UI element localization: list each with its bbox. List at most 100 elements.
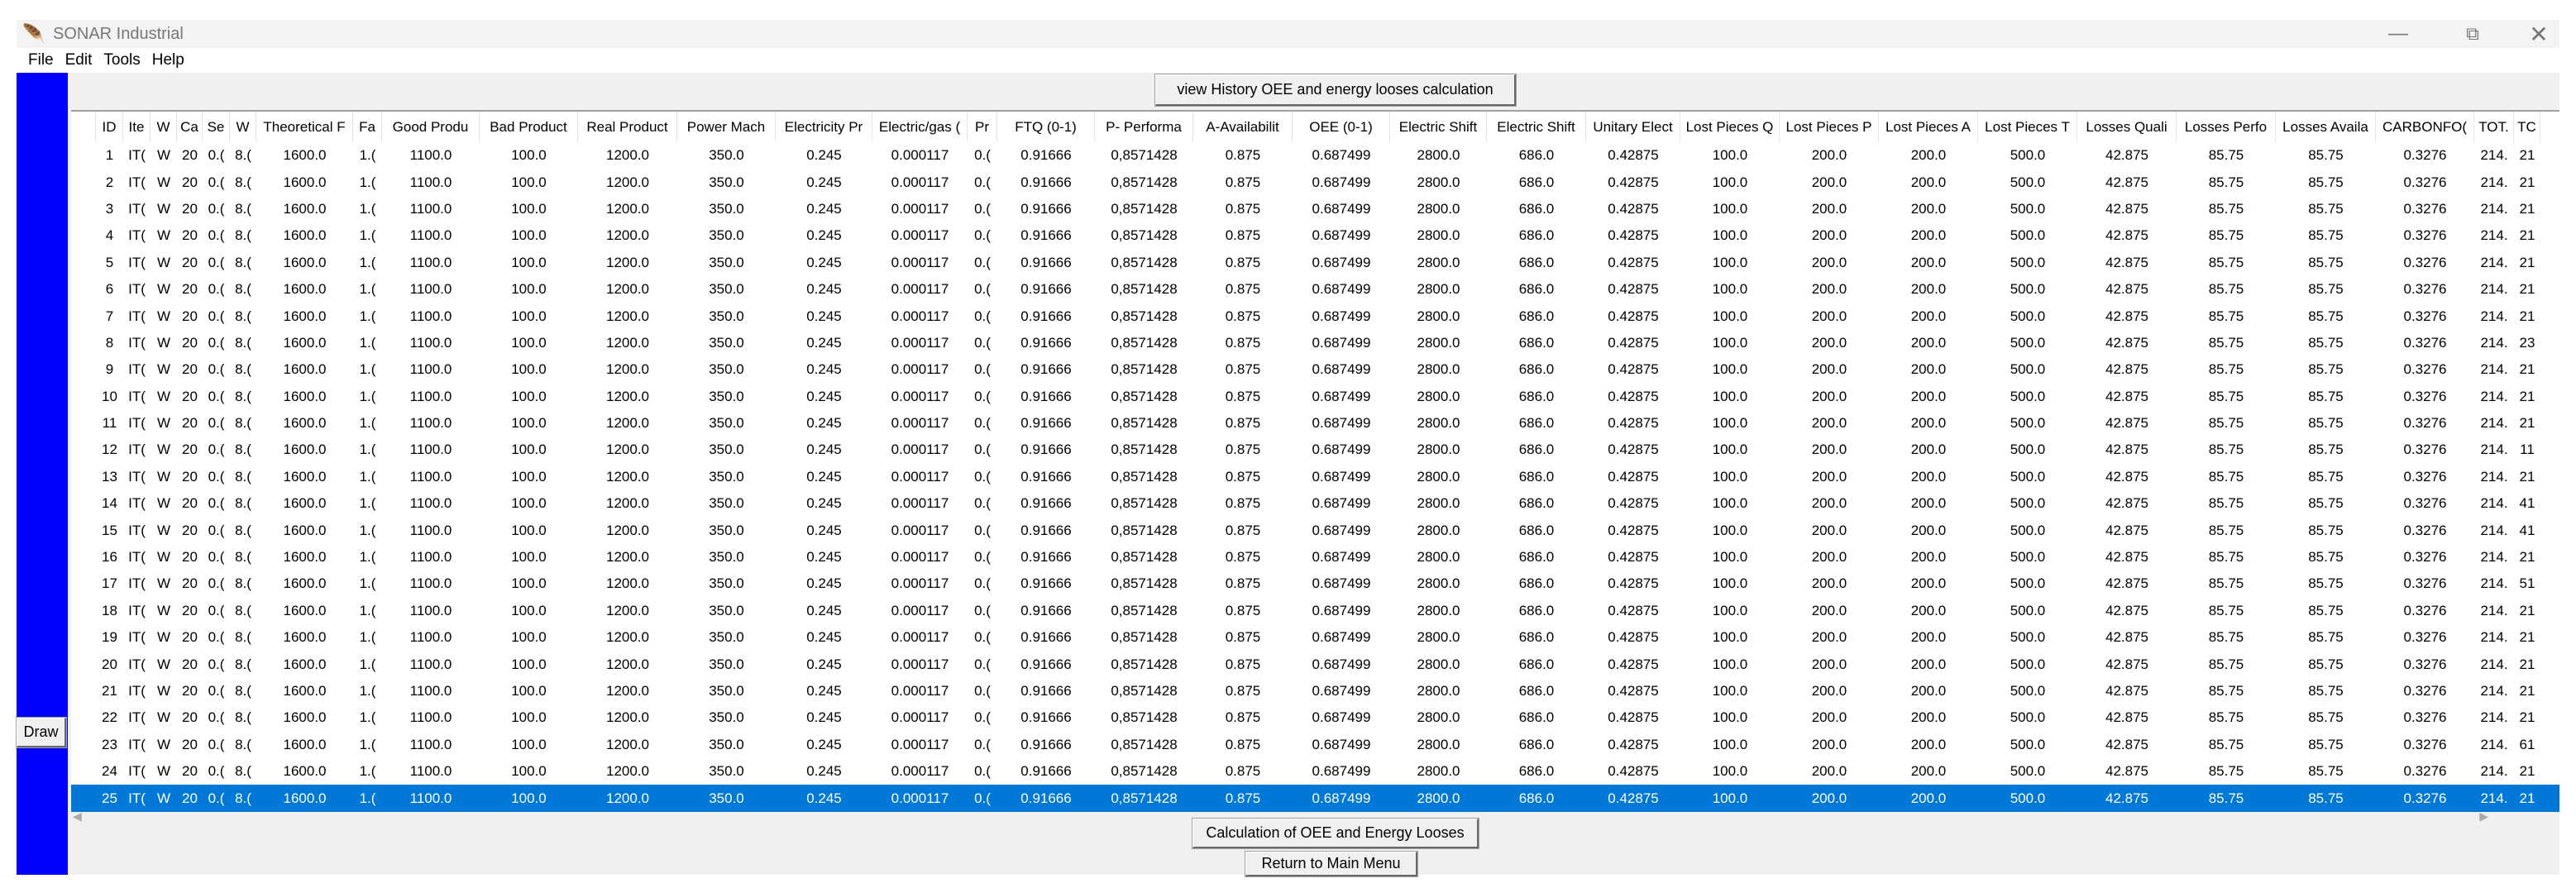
table-row[interactable]: 6 IT(W 20 0.(8.(1600.0 1.(1100.0 100.0 1200.0 3…: [71, 276, 2559, 303]
table-cell: 200.0: [1811, 468, 1847, 485]
close-icon[interactable]: ✕: [2502, 20, 2576, 48]
column-header[interactable]: OEE (0-1): [1293, 111, 1390, 142]
table-cell: 21: [2519, 790, 2535, 806]
minimize-icon[interactable]: —: [2361, 20, 2435, 48]
table-row[interactable]: 3 IT(W 20 0.(8.(1600.0 1.(1100.0 100.0 1200.0 3…: [71, 196, 2559, 222]
table-cell: 200.0: [1811, 602, 1847, 618]
return-main-menu-button[interactable]: Return to Main Menu: [1245, 851, 1418, 877]
column-header[interactable]: Theoretical F: [256, 111, 353, 142]
column-header[interactable]: Fa: [353, 111, 382, 142]
table-cell: 214.: [2480, 683, 2508, 699]
table-row[interactable]: 11 IT(W 20 0.(8.(1600.0 1.(1100.0 100.0 1200.0…: [71, 410, 2559, 437]
table-row[interactable]: 12 IT(W 20 0.(8.(1600.0 1.(1100.0 100.0 1200.0…: [71, 437, 2559, 463]
view-history-button[interactable]: view History OEE and energy looses calcu…: [1154, 74, 1517, 107]
table-cell: 1200.0: [606, 174, 649, 190]
table-cell: 100.0: [511, 227, 547, 244]
table-row[interactable]: 20 IT(W 20 0.(8.(1600.0 1.(1100.0 100.0 1200.0…: [71, 651, 2559, 677]
table-row[interactable]: 8 IT(W 20 0.(8.(1600.0 1.(1100.0 100.0 1200.0 3…: [71, 330, 2559, 356]
table-cell: 214.: [2480, 790, 2508, 806]
table-row[interactable]: 16 IT(W 20 0.(8.(1600.0 1.(1100.0 100.0 1200.0…: [71, 544, 2559, 571]
menu-file[interactable]: File: [28, 51, 54, 69]
table-row[interactable]: 4 IT(W 20 0.(8.(1600.0 1.(1100.0 100.0 1200.0 3…: [71, 222, 2559, 249]
column-header[interactable]: Lost Pieces Q: [1680, 111, 1780, 142]
column-header[interactable]: Electricity Pr: [776, 111, 872, 142]
column-header[interactable]: CARBONFO(: [2376, 111, 2474, 142]
column-header[interactable]: Ca: [177, 111, 203, 142]
column-header[interactable]: FTQ (0-1): [997, 111, 1095, 142]
column-header[interactable]: Losses Perfo: [2177, 111, 2276, 142]
table-cell: 0.687499: [1312, 281, 1371, 298]
results-table[interactable]: ID Ite W Ca Se W Theoretical F Fa Good Produ Bad …: [71, 110, 2559, 812]
table-cell: 0.91666: [1020, 522, 1072, 538]
column-header[interactable]: [71, 111, 96, 142]
table-cell: IT(: [128, 334, 146, 351]
table-row[interactable]: 15 IT(W 20 0.(8.(1600.0 1.(1100.0 100.0 1200.0…: [71, 517, 2559, 543]
table-row[interactable]: 21 IT(W 20 0.(8.(1600.0 1.(1100.0 100.0 1200.0…: [71, 678, 2559, 704]
menu-edit[interactable]: Edit: [65, 51, 93, 69]
table-cell: 17: [102, 575, 117, 592]
column-header[interactable]: Electric/gas (: [872, 111, 968, 142]
table-cell: 0.687499: [1312, 790, 1371, 806]
scroll-right-icon[interactable]: ▶: [2479, 809, 2488, 824]
table-cell: 686.0: [1518, 200, 1555, 217]
scroll-left-icon[interactable]: ◀: [73, 809, 82, 824]
column-header[interactable]: Lost Pieces P: [1780, 111, 1879, 142]
table-cell: 0.000117: [891, 174, 949, 190]
column-header[interactable]: Lost Pieces T: [1978, 111, 2077, 142]
column-header[interactable]: Pr: [968, 111, 997, 142]
table-row[interactable]: 25 IT(W 20 0.(8.(1600.0 1.(1100.0 100.0 1200.0…: [71, 785, 2559, 812]
column-header[interactable]: W: [151, 111, 177, 142]
table-row[interactable]: 9 IT(W 20 0.(8.(1600.0 1.(1100.0 100.0 1200.0 3…: [71, 356, 2559, 383]
calculation-button[interactable]: Calculation of OEE and Energy Looses: [1192, 818, 1479, 849]
table-row[interactable]: 22 IT(W 20 0.(8.(1600.0 1.(1100.0 100.0 1200.0…: [71, 704, 2559, 731]
column-header[interactable]: A-Availabilit: [1193, 111, 1293, 142]
column-header[interactable]: ID: [96, 111, 123, 142]
table-row[interactable]: 10 IT(W 20 0.(8.(1600.0 1.(1100.0 100.0 1200.0…: [71, 384, 2559, 410]
column-header[interactable]: Unitary Elect: [1586, 111, 1680, 142]
table-cell: 350.0: [709, 147, 744, 164]
menu-help[interactable]: Help: [152, 51, 184, 69]
table-cell: 0.91666: [1020, 442, 1072, 458]
column-header[interactable]: TOT.: [2474, 111, 2514, 142]
menu-tools[interactable]: Tools: [103, 51, 140, 69]
table-cell: 0.245: [806, 790, 842, 806]
column-header[interactable]: Real Product: [578, 111, 677, 142]
column-header[interactable]: Se: [203, 111, 230, 142]
table-cell: 350.0: [709, 388, 744, 404]
column-header[interactable]: Lost Pieces A: [1879, 111, 1978, 142]
table-row[interactable]: 18 IT(W 20 0.(8.(1600.0 1.(1100.0 100.0 1200.0…: [71, 598, 2559, 624]
table-row[interactable]: 5 IT(W 20 0.(8.(1600.0 1.(1100.0 100.0 1200.0 3…: [71, 250, 2559, 276]
table-row[interactable]: 14 IT(W 20 0.(8.(1600.0 1.(1100.0 100.0 1200.0…: [71, 490, 2559, 517]
table-cell: 1100.0: [409, 174, 452, 190]
table-cell: 1.(: [359, 522, 376, 538]
table-row[interactable]: 1 IT(W 20 0.(8.(1600.0 1.(1100.0 100.0 1200.0 3…: [71, 142, 2559, 169]
table-cell: 1600.0: [283, 308, 327, 324]
table-row[interactable]: 19 IT(W 20 0.(8.(1600.0 1.(1100.0 100.0 1200.0…: [71, 624, 2559, 651]
column-header[interactable]: Good Produ: [382, 111, 480, 142]
column-header[interactable]: Electric Shift: [1390, 111, 1487, 142]
column-header[interactable]: Power Mach: [677, 111, 776, 142]
draw-button[interactable]: Draw: [16, 717, 67, 748]
restore-icon[interactable]: ⧉: [2435, 20, 2510, 48]
table-cell: 0.42875: [1608, 388, 1659, 404]
table-row[interactable]: 23 IT(W 20 0.(8.(1600.0 1.(1100.0 100.0 1200.0…: [71, 732, 2559, 758]
column-header[interactable]: Losses Quali: [2077, 111, 2177, 142]
column-header[interactable]: W: [230, 111, 256, 142]
table-row[interactable]: 13 IT(W 20 0.(8.(1600.0 1.(1100.0 100.0 1200.0…: [71, 464, 2559, 490]
table-cell: 1100.0: [409, 602, 452, 618]
column-header[interactable]: TC: [2514, 111, 2540, 142]
column-header[interactable]: Ite: [123, 111, 151, 142]
table-cell: 1.(: [359, 442, 376, 458]
table-cell: 200.0: [1910, 388, 1947, 404]
table-row[interactable]: 2 IT(W 20 0.(8.(1600.0 1.(1100.0 100.0 1200.0 3…: [71, 169, 2559, 195]
table-row[interactable]: 17 IT(W 20 0.(8.(1600.0 1.(1100.0 100.0 1200.0…: [71, 571, 2559, 597]
column-header[interactable]: Bad Product: [480, 111, 578, 142]
column-header[interactable]: Losses Availa: [2276, 111, 2376, 142]
table-row[interactable]: 24 IT(W 20 0.(8.(1600.0 1.(1100.0 100.0 1200.0…: [71, 758, 2559, 785]
column-header[interactable]: Electric Shift: [1487, 111, 1586, 142]
table-cell: IT(: [128, 736, 146, 752]
table-cell: 0.875: [1225, 602, 1261, 618]
table-row[interactable]: 7 IT(W 20 0.(8.(1600.0 1.(1100.0 100.0 1200.0 3…: [71, 303, 2559, 329]
column-header[interactable]: P- Performa: [1095, 111, 1193, 142]
table-cell: 0.000117: [891, 361, 949, 378]
